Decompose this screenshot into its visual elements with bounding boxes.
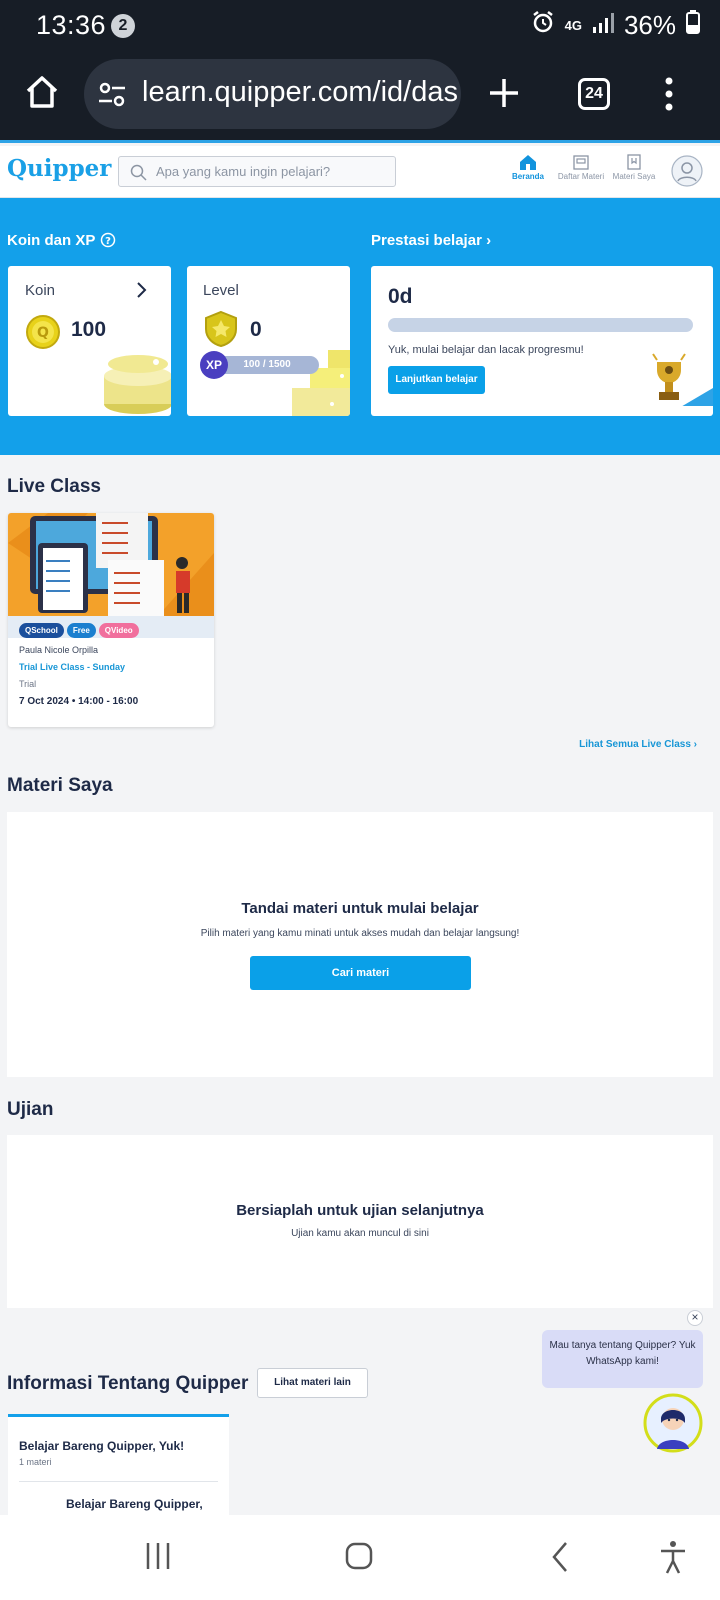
alarm-icon xyxy=(531,10,555,41)
prestasi-link[interactable]: Prestasi belajar › xyxy=(371,232,491,249)
nav-daftar-materi[interactable]: Daftar Materi xyxy=(554,154,608,181)
site-settings-icon[interactable] xyxy=(98,81,126,117)
info-item-title: Belajar Bareng Quipper, xyxy=(66,1497,203,1511)
live-class-card[interactable]: QSchool Free QVideo Paula Nicole Orpilla T… xyxy=(8,513,214,727)
xp-text: 100 / 1500 xyxy=(243,359,291,370)
lihat-materi-lain-button[interactable]: Lihat materi lain xyxy=(257,1368,368,1398)
nav-materi-saya[interactable]: Materi Saya xyxy=(610,154,658,181)
koin-card[interactable]: Koin Q 100 xyxy=(8,266,171,416)
lanjutkan-belajar-button[interactable]: Lanjutkan belajar xyxy=(388,366,485,394)
info-icon[interactable]: ? xyxy=(100,232,116,253)
home-icon[interactable] xyxy=(24,74,60,115)
chat-agent-avatar[interactable] xyxy=(643,1393,703,1458)
url-text: learn.quipper.com/id/das xyxy=(142,76,458,108)
coin-icon: Q xyxy=(25,314,61,355)
xp-badge: XP xyxy=(200,351,228,379)
nav-label: Daftar Materi xyxy=(557,172,605,181)
prestasi-title: Prestasi belajar xyxy=(371,232,482,249)
ujian-title: Ujian xyxy=(7,1099,54,1120)
informasi-title: Informasi Tentang Quipper xyxy=(7,1373,249,1394)
new-tab-icon[interactable] xyxy=(488,77,520,114)
class-name: Trial Live Class - Sunday xyxy=(19,662,126,672)
status-bar: 13:36 2 4G 36% xyxy=(0,0,720,52)
live-class-title: Live Class xyxy=(7,476,101,497)
prestasi-card: 0d Yuk, mulai belajar dan lacak progresm… xyxy=(371,266,713,416)
live-class-tags: QSchool Free QVideo xyxy=(8,616,214,638)
coin-stack-illustration xyxy=(96,342,171,416)
xp-progress-bar: 100 / 1500 xyxy=(215,356,319,374)
level-card[interactable]: Level 0 100 / 1500 XP xyxy=(187,266,350,416)
profile-avatar[interactable] xyxy=(671,155,703,192)
class-type: Trial xyxy=(19,679,37,689)
nav-beranda[interactable]: Beranda xyxy=(510,154,546,181)
more-menu-icon[interactable] xyxy=(664,76,674,117)
quipper-logo[interactable]: Quipper xyxy=(7,155,111,182)
network-type: 4G xyxy=(564,18,582,33)
ujian-panel: Bersiaplah untuk ujian selanjutnya Ujian… xyxy=(7,1135,713,1308)
materi-saya-panel: Tandai materi untuk mulai belajar Pilih … xyxy=(7,812,713,1077)
battery-icon xyxy=(686,10,700,41)
class-schedule: 7 Oct 2024 • 14:00 - 16:00 xyxy=(19,696,139,707)
stats-hero: Koin dan XP ? Prestasi belajar › Koin Q … xyxy=(0,198,720,455)
android-navigation-bar xyxy=(0,1515,720,1600)
notification-count-badge: 2 xyxy=(111,14,135,38)
materi-empty-desc: Pilih materi yang kamu minati untuk akse… xyxy=(200,928,520,939)
nav-label: Beranda xyxy=(511,172,544,181)
ujian-empty-desc: Ujian kamu akan muncul di sini xyxy=(291,1228,429,1239)
back-icon[interactable] xyxy=(550,1541,570,1578)
url-bar[interactable]: learn.quipper.com/id/das xyxy=(84,59,461,129)
koin-xp-title: Koin dan XP xyxy=(7,232,96,249)
see-all-label: Lihat Semua Live Class xyxy=(579,739,691,750)
trophy-illustration xyxy=(649,348,713,411)
chevron-right-icon[interactable] xyxy=(136,281,148,304)
streak-progress-bar xyxy=(388,318,693,332)
search-icon xyxy=(130,164,147,184)
level-label: Level xyxy=(203,282,239,299)
divider xyxy=(19,1481,218,1482)
info-material-card[interactable]: Belajar Bareng Quipper, Yuk! 1 materi Be… xyxy=(8,1414,229,1519)
info-card-count: 1 materi xyxy=(19,1457,52,1467)
ujian-empty-heading: Bersiaplah untuk ujian selanjutnya xyxy=(236,1202,484,1219)
streak-value: 0d xyxy=(388,285,413,308)
browser-toolbar: learn.quipper.com/id/das 24 xyxy=(0,52,720,143)
search-placeholder: Apa yang kamu ingin pelajari? xyxy=(156,164,331,179)
level-shield-icon xyxy=(203,310,239,353)
chevron-right-icon: › xyxy=(690,739,697,750)
signal-icon xyxy=(592,10,614,41)
nav-label: Materi Saya xyxy=(612,172,656,181)
close-bubble-icon[interactable]: × xyxy=(687,1310,703,1326)
tag-qvideo: QVideo xyxy=(98,623,139,638)
status-time: 13:36 xyxy=(36,10,107,40)
bookmark-book-icon xyxy=(627,154,641,170)
tab-switcher-button[interactable]: 24 xyxy=(578,78,610,110)
whatsapp-chat-bubble[interactable]: Mau tanya tentang Quipper? Yuk WhatsApp … xyxy=(542,1330,703,1388)
materi-empty-heading: Tandai materi untuk mulai belajar xyxy=(241,900,479,917)
level-value: 0 xyxy=(250,318,262,341)
home-nav-icon[interactable] xyxy=(344,1541,374,1576)
koin-value: 100 xyxy=(71,318,107,341)
see-all-live-class-link[interactable]: Lihat Semua Live Class › xyxy=(579,739,697,750)
materi-saya-title: Materi Saya xyxy=(7,775,113,796)
koin-label: Koin xyxy=(25,282,56,299)
cari-materi-button[interactable]: Cari materi xyxy=(250,956,471,990)
search-input[interactable]: Apa yang kamu ingin pelajari? xyxy=(118,156,396,187)
home-icon xyxy=(520,155,536,170)
chevron-right-icon: › xyxy=(486,232,492,249)
live-class-thumbnail xyxy=(8,513,214,616)
accessibility-icon[interactable] xyxy=(659,1540,687,1579)
catalog-icon xyxy=(573,155,589,170)
svg-text:?: ? xyxy=(105,236,111,247)
svg-text:Q: Q xyxy=(37,325,49,341)
prestasi-message: Yuk, mulai belajar dan lacak progresmu! xyxy=(388,344,584,356)
tag-qschool: QSchool xyxy=(19,623,64,638)
tag-free: Free xyxy=(66,623,96,638)
recent-apps-icon[interactable] xyxy=(144,1541,172,1576)
teacher-name: Paula Nicole Orpilla xyxy=(19,645,99,655)
app-header: Quipper Apa yang kamu ingin pelajari? Be… xyxy=(0,146,720,198)
info-card-title: Belajar Bareng Quipper, Yuk! xyxy=(19,1439,185,1453)
battery-level: 36% xyxy=(623,10,676,40)
